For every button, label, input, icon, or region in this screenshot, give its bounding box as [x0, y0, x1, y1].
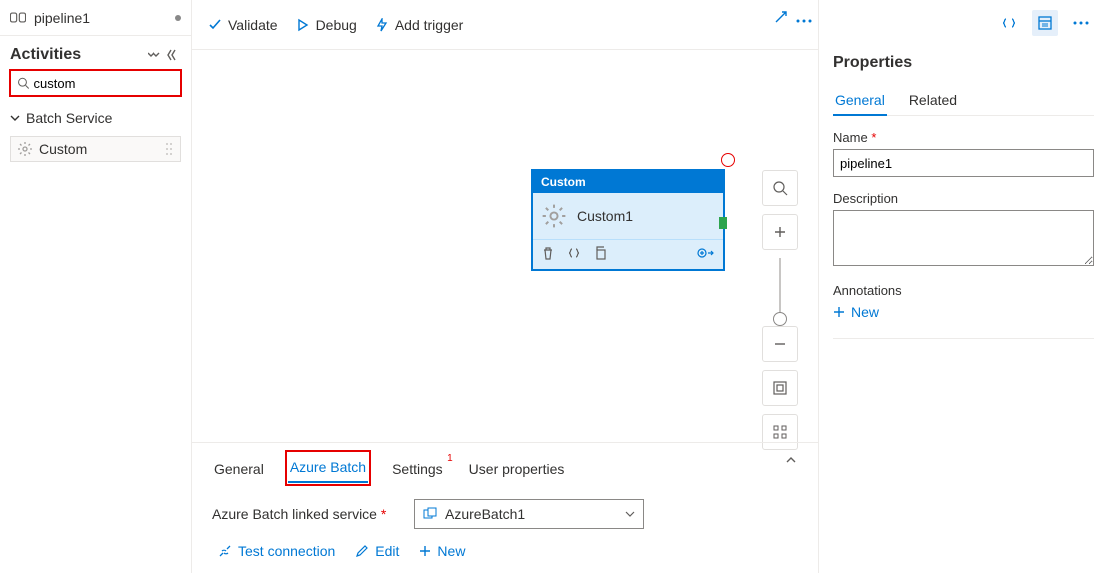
- validate-button[interactable]: Validate: [208, 17, 278, 33]
- properties-heading: Properties: [833, 54, 1094, 72]
- node-name: Custom1: [577, 208, 633, 224]
- zoom-slider[interactable]: [779, 258, 781, 318]
- linked-service-select[interactable]: AzureBatch1: [414, 499, 644, 529]
- canvas-search-button[interactable]: [762, 170, 798, 206]
- activities-heading: Activities: [10, 46, 81, 64]
- code-icon[interactable]: [567, 246, 581, 263]
- tab-general[interactable]: General: [212, 455, 266, 483]
- fit-button[interactable]: [762, 370, 798, 406]
- tab-settings[interactable]: Settings1: [390, 455, 445, 483]
- code-view-button[interactable]: [996, 10, 1022, 36]
- copy-icon[interactable]: [593, 246, 607, 263]
- activities-search-input[interactable]: [34, 76, 174, 91]
- search-icon: [17, 76, 30, 90]
- chevron-down-icon: [10, 113, 20, 123]
- linked-service-label: Azure Batch linked service *: [212, 506, 402, 522]
- new-linked-service-button[interactable]: New: [419, 543, 465, 559]
- props-tab-related[interactable]: Related: [907, 86, 959, 115]
- name-input[interactable]: [833, 149, 1094, 177]
- properties-panel: Properties General Related Name * Descri…: [818, 0, 1108, 573]
- expand-icon[interactable]: [774, 10, 788, 27]
- editor-center: Validate Debug Add trigger Custom Custom…: [192, 0, 818, 573]
- annotations-label: Annotations: [833, 283, 1094, 298]
- new-annotation-button[interactable]: New: [833, 304, 1094, 320]
- chevron-down-icon: [625, 509, 635, 519]
- pipeline-icon: [10, 10, 26, 25]
- props-tab-general[interactable]: General: [833, 86, 887, 116]
- pipeline-tab[interactable]: pipeline1: [0, 0, 191, 36]
- debug-button[interactable]: Debug: [296, 17, 357, 33]
- activity-settings-panel: General Azure Batch Settings1 User prope…: [192, 442, 818, 573]
- description-label: Description: [833, 191, 1094, 206]
- gear-icon: [541, 203, 567, 229]
- linked-service-value: AzureBatch1: [445, 506, 525, 522]
- test-connection-button[interactable]: Test connection: [218, 543, 335, 559]
- add-trigger-button[interactable]: Add trigger: [375, 17, 463, 33]
- pipeline-canvas[interactable]: Custom Custom1: [192, 50, 818, 442]
- properties-view-button[interactable]: [1032, 10, 1058, 36]
- settings-badge: 1: [447, 453, 453, 464]
- panel-more-button[interactable]: [1068, 10, 1094, 36]
- linked-service-icon: [423, 507, 437, 521]
- delete-icon[interactable]: [541, 246, 555, 263]
- pipeline-tab-title: pipeline1: [34, 10, 90, 26]
- tab-azure-batch[interactable]: Azure Batch: [288, 453, 368, 483]
- more-icon[interactable]: [796, 10, 812, 26]
- node-highlight-icon: [721, 153, 735, 167]
- zoom-out-button[interactable]: [762, 326, 798, 362]
- activities-sidebar: pipeline1 Activities Batch Service Custo…: [0, 0, 192, 573]
- collapse-sidebar-icon[interactable]: [163, 46, 181, 64]
- zoom-thumb[interactable]: [773, 312, 787, 326]
- activity-group-batch[interactable]: Batch Service: [0, 104, 191, 132]
- drag-handle-icon[interactable]: [164, 142, 174, 156]
- name-label: Name *: [833, 130, 1094, 145]
- collapse-panel-icon[interactable]: [784, 453, 798, 470]
- activity-item-label: Custom: [39, 141, 87, 157]
- output-port-icon[interactable]: [719, 217, 727, 229]
- activity-node-custom[interactable]: Custom Custom1: [532, 170, 724, 270]
- pipeline-toolbar: Validate Debug Add trigger: [192, 0, 818, 50]
- canvas-zoom-panel: [762, 170, 798, 450]
- add-output-icon[interactable]: [697, 246, 715, 263]
- node-type-label: Custom: [533, 171, 723, 193]
- edit-button[interactable]: Edit: [355, 543, 399, 559]
- unsaved-indicator-icon: [175, 15, 181, 21]
- activities-search[interactable]: [10, 70, 181, 96]
- gear-icon: [17, 141, 33, 157]
- zoom-in-button[interactable]: [762, 214, 798, 250]
- collapse-all-icon[interactable]: [145, 46, 163, 64]
- description-input[interactable]: [833, 210, 1094, 266]
- activity-group-label: Batch Service: [26, 110, 112, 126]
- tab-user-properties[interactable]: User properties: [467, 455, 567, 483]
- activity-item-custom[interactable]: Custom: [10, 136, 181, 162]
